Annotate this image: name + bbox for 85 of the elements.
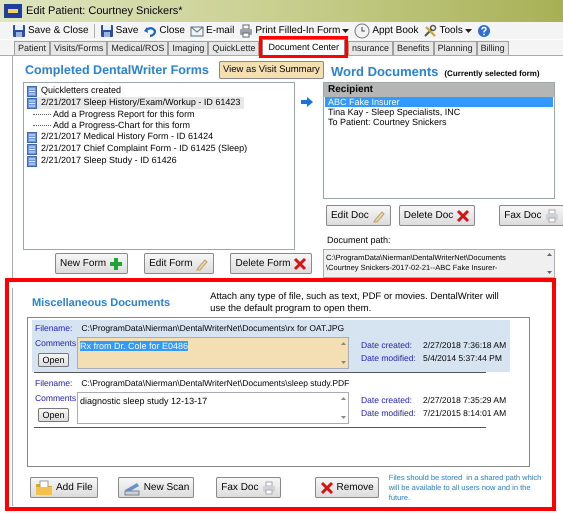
comment-field[interactable]: diagnostic sleep study 12-13-17: [77, 392, 349, 424]
tab[interactable]: Medical/ROS: [107, 41, 168, 55]
tab[interactable]: QuickLette: [208, 41, 260, 55]
toolbar-button[interactable]: E-mail: [190, 23, 234, 38]
tree-item[interactable]: Quickletters created: [27, 85, 126, 97]
file-entry[interactable]: Filename: C:\ProgramData\Nierman\DentalWriterNet\Documents\rx for OAT.JPG Comments Open Rx from Dr. Cole for E0486 Date created: 2/27/2018 7:36:18 AM Date modified: 5/4/2014 5:37:44 PM: [32, 320, 510, 372]
field-label: Date modified:: [361, 407, 417, 420]
section-heading: Completed DentalWriter Forms: [25, 62, 209, 79]
tab[interactable]: Patient: [14, 41, 50, 55]
tab[interactable]: Billing: [476, 41, 509, 55]
scroll-up-icon: [546, 252, 552, 256]
toolbar-button[interactable]: Close: [143, 23, 185, 38]
file-path: C:\ProgramData\Nierman\DentalWriterNet\Documents\sleep study.PDF: [81, 376, 350, 390]
section-heading: Miscellaneous Documents: [32, 296, 170, 310]
field-label: Date created:: [361, 394, 414, 406]
form-icon: [27, 144, 37, 154]
field-label: Date modified:: [361, 352, 417, 365]
tree-item[interactable]: 2/21/2017 Sleep Study - ID 61426: [27, 155, 181, 167]
scroll-down-icon: [340, 416, 346, 418]
open-button[interactable]: Open: [38, 353, 69, 368]
plus-icon: [109, 256, 124, 270]
section-heading: Word Documents: [331, 63, 438, 81]
date-value: 2/27/2018 7:36:18 AM: [423, 338, 506, 352]
window-title: Edit Patient: Courtney Snickers*: [26, 4, 183, 19]
app-logo-icon: [4, 4, 22, 18]
form-icon: [27, 86, 37, 96]
scroll-down-icon: [546, 270, 552, 274]
column-header: Recipient: [324, 83, 554, 97]
add-button[interactable]: New Form: [55, 253, 128, 274]
toolbar-button[interactable]: Save: [100, 23, 138, 38]
toolbar-button[interactable]: Print Filled-In Form: [239, 23, 350, 38]
list-item[interactable]: To Patient: Courtney Snickers: [325, 117, 553, 127]
delete-button[interactable]: Delete Doc: [398, 205, 476, 226]
field-label: Document path:: [326, 234, 392, 247]
tree-item[interactable]: 2/21/2017 Medical History Form - ID 61424: [27, 131, 218, 143]
tab[interactable]: Planning: [434, 41, 477, 55]
tree-child-item[interactable]: Add a Progress Report for this form: [53, 108, 195, 122]
scroll-up-icon: [340, 342, 346, 344]
form-icon: [27, 156, 37, 166]
tree-item[interactable]: 2/21/2017 Chief Complaint Form - ID 61425 (Sleep): [27, 143, 252, 155]
toolbar-button[interactable]: Appt Book: [354, 22, 418, 38]
tree-item[interactable]: 2/21/2017 Sleep History/Exam/Workup - ID 61423: [27, 97, 244, 109]
toolbar-button[interactable]: Save & Close: [12, 23, 89, 38]
field-label: Filename:: [35, 322, 72, 334]
tree-child-item[interactable]: Add a Progress-Chart for this form: [53, 118, 190, 132]
tools-icon: [423, 24, 438, 38]
list-item[interactable]: Tina Kay - Sleep Specialists, INC: [325, 107, 553, 117]
tab[interactable]: nsurance: [348, 41, 394, 55]
x-icon: [456, 208, 470, 222]
printer-icon: [262, 480, 276, 494]
scroll-up-icon: [340, 396, 346, 400]
open-button[interactable]: Open: [38, 408, 69, 422]
folder-button[interactable]: Add File: [30, 477, 98, 498]
folder-icon: [35, 480, 53, 496]
arrow-icon: [301, 97, 313, 107]
form-icon: [27, 98, 37, 108]
x-icon: [320, 480, 334, 494]
file-path: C:\ProgramData\Nierman\DentalWriterNet\Documents\rx for OAT.JPG: [81, 322, 344, 334]
fax-button[interactable]: Fax Doc: [499, 205, 563, 226]
date-value: 5/4/2014 5:37:44 PM: [423, 352, 503, 365]
fax-button[interactable]: Fax Doc: [216, 477, 280, 498]
tab[interactable]: Document Center: [262, 39, 345, 55]
pencil-icon: [372, 208, 386, 222]
scroll-down-icon: [340, 360, 346, 364]
date-value: 7/21/2015 8:14:01 AM: [423, 407, 506, 420]
field-label: Date created:: [361, 338, 414, 352]
tab[interactable]: Imaging: [168, 41, 208, 55]
section-note: Attach any type of file, such as text, PDF or movies. DentalWriter will use the default program to open them.: [210, 290, 500, 314]
edit-button[interactable]: Edit Doc: [326, 205, 391, 226]
printer-icon: [544, 208, 558, 222]
view-summary-button[interactable]: View as Visit Summary: [219, 61, 324, 79]
field-label: Filename:: [35, 376, 72, 390]
form-icon: [27, 132, 37, 142]
x-icon: [293, 256, 308, 270]
edit-button[interactable]: Edit Form: [144, 253, 214, 274]
help-button[interactable]: [476, 24, 491, 38]
date-value: 2/27/2018 7:35:29 AM: [423, 394, 506, 406]
pencil-icon: [195, 256, 210, 270]
tab[interactable]: Benefits: [393, 41, 434, 55]
toolbar-button[interactable]: Tools: [423, 23, 472, 38]
delete-button[interactable]: Delete Form: [230, 253, 312, 274]
scan-button[interactable]: New Scan: [118, 477, 194, 498]
delete-button[interactable]: Remove: [314, 477, 379, 498]
tab[interactable]: Visits/Forms: [50, 41, 108, 55]
section-note: (Currently selected form): [444, 68, 540, 80]
